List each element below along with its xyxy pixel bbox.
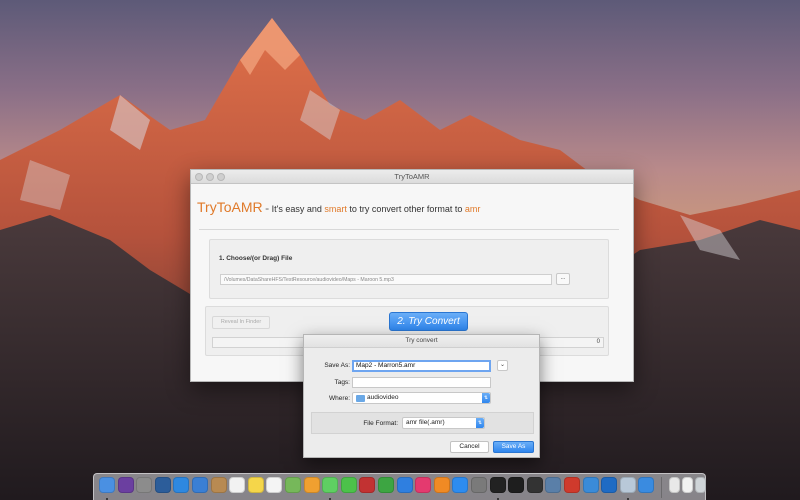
dock: [93, 473, 706, 500]
system-preferences-icon[interactable]: [471, 477, 487, 493]
messages-icon[interactable]: [322, 477, 339, 493]
app-store-icon[interactable]: [452, 477, 469, 493]
ibooks-icon[interactable]: [433, 477, 450, 493]
calendar-icon[interactable]: [229, 477, 246, 493]
notes-icon[interactable]: [247, 477, 264, 493]
choose-file-panel[interactable]: 1. Choose/(or Drag) File /Volumes/DataSh…: [209, 239, 609, 299]
network-utility-icon[interactable]: [545, 477, 562, 493]
app-heading: TryToAMR - It's easy and smart to try co…: [197, 199, 480, 215]
tryto-icon[interactable]: [638, 477, 655, 493]
safari-icon[interactable]: [173, 477, 190, 493]
numbers-icon[interactable]: [378, 477, 394, 493]
save-dialog: Try convert Save As: Map2 - Marron5.amr …: [303, 334, 540, 458]
trash-icon[interactable]: [695, 477, 706, 493]
tags-field[interactable]: [352, 377, 491, 388]
mission-control-icon[interactable]: [154, 477, 171, 493]
keynote-icon[interactable]: [396, 477, 413, 493]
itunes-icon[interactable]: [415, 477, 432, 493]
heading-text-2: to try convert other format to: [346, 204, 465, 214]
heading-word-smart: smart: [324, 204, 347, 214]
title-bar[interactable]: TryToAMR: [191, 170, 633, 184]
where-select[interactable]: audiovideo ⇅: [352, 392, 491, 404]
save-as-button[interactable]: Save As: [493, 441, 534, 453]
chevron-down-icon: ⌄: [499, 362, 506, 368]
where-value: audiovideo: [367, 394, 399, 401]
terminal-icon[interactable]: [489, 477, 506, 493]
where-label: Where:: [329, 395, 350, 402]
heading-word-amr: amr: [464, 204, 481, 214]
photos-icon[interactable]: [303, 477, 320, 493]
compass-icon[interactable]: [564, 477, 580, 493]
finder-icon[interactable]: [99, 477, 115, 493]
window-title: TryToAMR: [394, 172, 430, 181]
visual-studio-code-icon[interactable]: [601, 477, 618, 493]
file-path-field[interactable]: /Volumes/DataShareHFS/TestResource/audio…: [220, 274, 552, 285]
document-icon[interactable]: [682, 477, 693, 493]
activity-monitor-icon[interactable]: [508, 477, 525, 493]
save-as-label: Save As:: [324, 362, 350, 369]
choose-file-label: 1. Choose/(or Drag) File: [219, 255, 293, 262]
photo-booth-icon[interactable]: [359, 477, 376, 493]
save-as-field[interactable]: Map2 - Marron5.amr: [352, 360, 491, 372]
save-dialog-title: Try convert: [304, 335, 539, 348]
tags-label: Tags:: [334, 379, 350, 386]
select-arrows-icon: ⇅: [476, 418, 484, 428]
launchpad-icon[interactable]: [136, 477, 153, 493]
facetime-icon[interactable]: [340, 477, 357, 493]
mail-icon[interactable]: [192, 477, 208, 493]
textedit-icon[interactable]: [669, 477, 680, 493]
app-name: TryToAMR: [197, 199, 263, 215]
dock-separator: [661, 477, 662, 498]
contacts-icon[interactable]: [210, 477, 227, 493]
heading-divider: [199, 229, 619, 230]
file-format-label: File Format:: [363, 420, 398, 427]
expand-dialog-button[interactable]: ⌄: [497, 360, 508, 371]
maps-icon[interactable]: [285, 477, 301, 493]
preview-icon[interactable]: [619, 477, 636, 493]
file-format-area: File Format: amr file(.amr) ⇅: [311, 412, 534, 434]
reveal-in-finder-button[interactable]: Reveal In Finder: [212, 316, 270, 329]
try-convert-button[interactable]: 2. Try Convert: [389, 312, 468, 331]
file-format-select[interactable]: amr file(.amr) ⇅: [402, 417, 485, 429]
cancel-button[interactable]: Cancel: [450, 441, 489, 453]
file-format-value: amr file(.amr): [406, 419, 445, 426]
folder-icon: [356, 395, 365, 402]
console-icon[interactable]: [526, 477, 543, 493]
reminders-icon[interactable]: [266, 477, 283, 493]
xcode-icon[interactable]: [582, 477, 599, 493]
progress-value: 0: [596, 339, 600, 345]
select-arrows-icon: ⇅: [482, 393, 490, 403]
heading-text-1: It's easy and: [269, 204, 325, 214]
browse-button[interactable]: ...: [556, 273, 570, 285]
siri-icon[interactable]: [117, 477, 134, 493]
